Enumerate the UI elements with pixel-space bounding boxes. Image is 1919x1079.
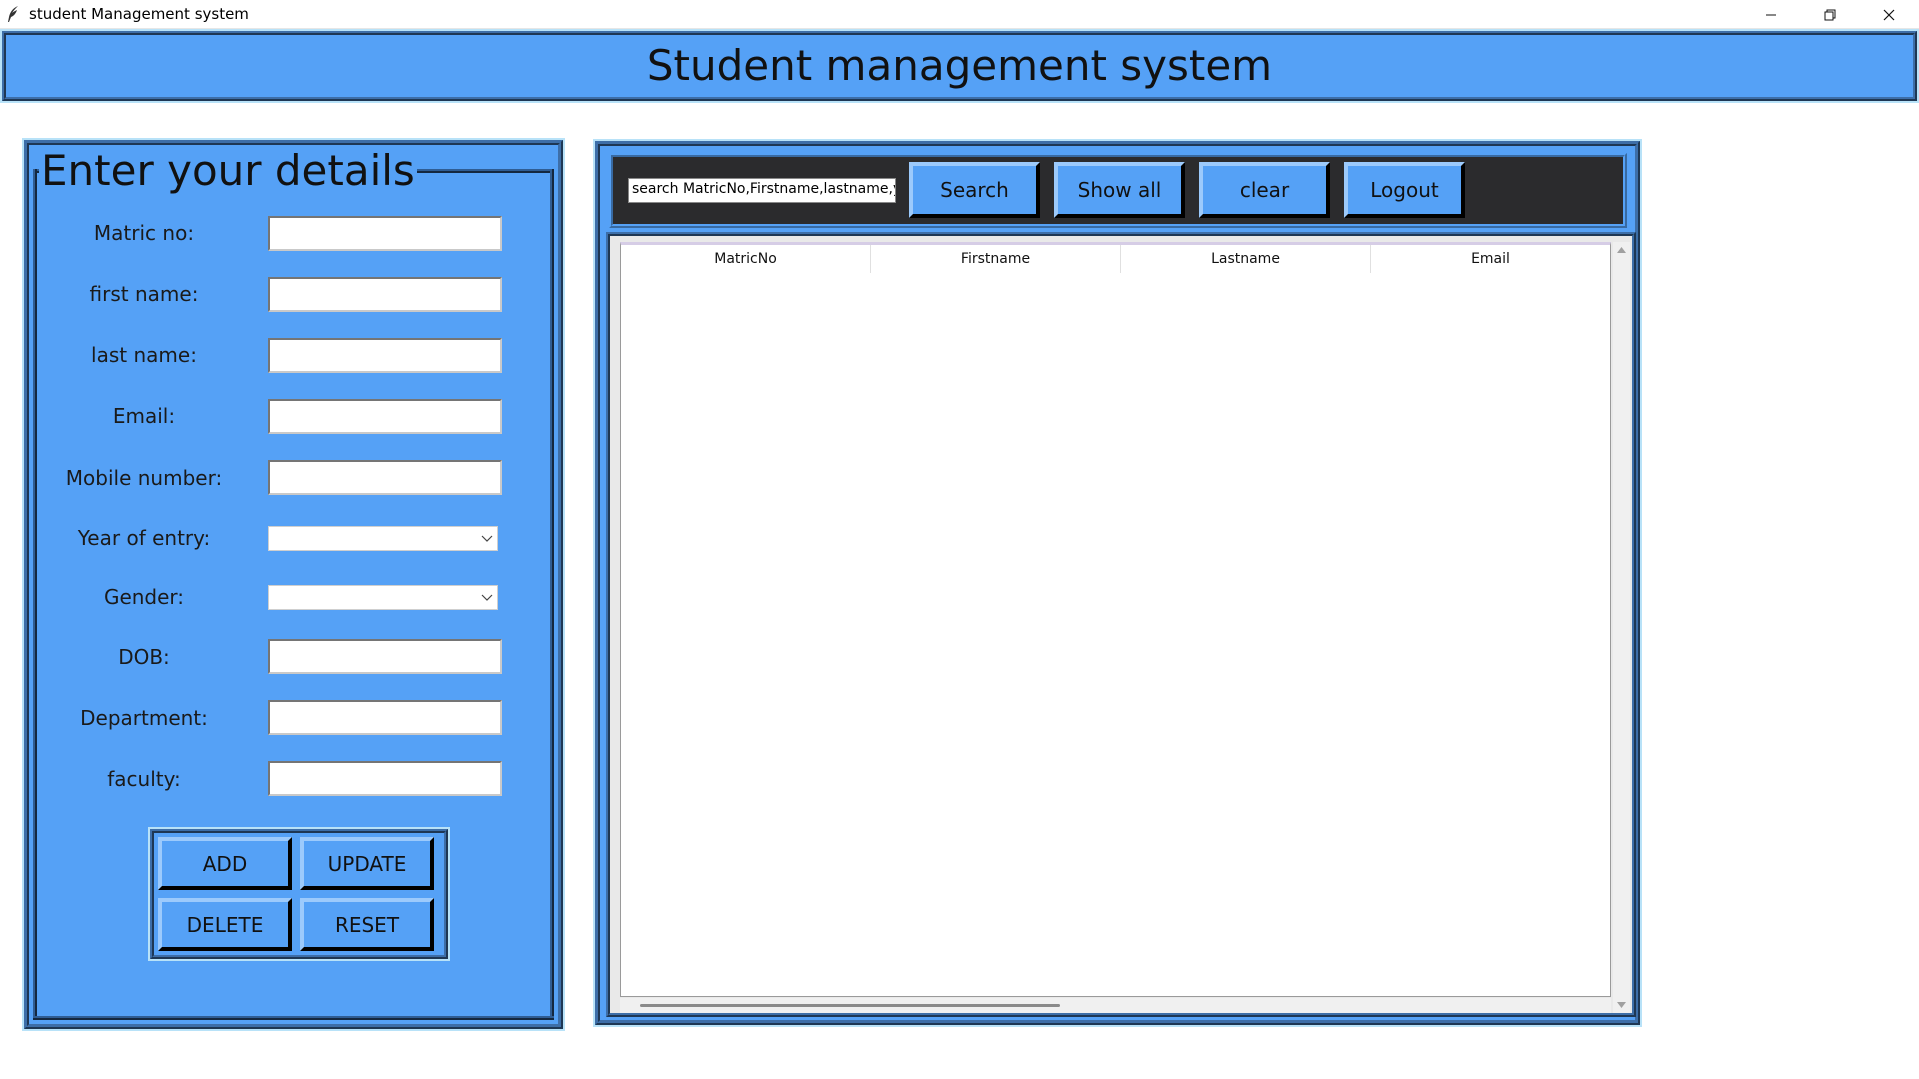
logout-button[interactable]: Logout <box>1344 162 1465 218</box>
app-header: Student management system <box>2 31 1917 101</box>
dob-label: DOB: <box>118 645 170 669</box>
scroll-up-icon[interactable] <box>1616 246 1627 254</box>
year-of-entry-select[interactable] <box>268 526 498 551</box>
email-label: Email: <box>112 404 176 428</box>
matric-no-label: Matric no: <box>93 221 195 245</box>
form-legend: Enter your details <box>39 146 417 195</box>
first-name-input[interactable] <box>268 277 502 312</box>
form-button-group: ADD UPDATE DELETE RESET <box>150 829 448 959</box>
last-name-input[interactable] <box>268 338 502 373</box>
restore-button[interactable] <box>1801 0 1859 29</box>
matric-no-input[interactable] <box>268 216 502 251</box>
chevron-down-icon <box>481 594 493 601</box>
window-title: student Management system <box>29 5 249 23</box>
department-label: Department: <box>80 706 208 730</box>
dob-input[interactable] <box>268 639 502 674</box>
frame-border <box>550 169 554 1020</box>
search-toolbar: search MatricNo,Firstname,lastname,yea S… <box>609 153 1627 228</box>
department-input[interactable] <box>268 700 502 735</box>
scrollbar-thumb[interactable] <box>640 1004 1060 1007</box>
feather-icon <box>8 6 18 22</box>
close-icon <box>1883 9 1895 20</box>
chevron-down-icon <box>481 535 493 542</box>
add-button[interactable]: ADD <box>158 837 292 890</box>
records-table[interactable]: MatricNo Firstname Lastname Email <box>620 242 1611 997</box>
vertical-scrollbar[interactable] <box>1613 242 1630 1013</box>
minimize-icon <box>1766 14 1776 15</box>
column-header-email[interactable]: Email <box>1371 245 1610 273</box>
column-header-matricno[interactable]: MatricNo <box>621 245 871 273</box>
mobile-number-input[interactable] <box>268 460 502 495</box>
last-name-label: last name: <box>91 343 197 367</box>
first-name-label: first name: <box>89 282 199 306</box>
email-input[interactable] <box>268 399 502 434</box>
frame-border <box>33 1016 554 1020</box>
restore-icon <box>1824 9 1836 20</box>
column-header-firstname[interactable]: Firstname <box>871 245 1121 273</box>
clear-button[interactable]: clear <box>1199 162 1330 218</box>
show-all-button[interactable]: Show all <box>1054 162 1185 218</box>
table-header: MatricNo Firstname Lastname Email <box>621 245 1610 273</box>
horizontal-scrollbar[interactable] <box>620 998 1611 1013</box>
window-title-bar: student Management system <box>0 0 1919 29</box>
faculty-label: faculty: <box>107 767 181 791</box>
column-header-lastname[interactable]: Lastname <box>1121 245 1371 273</box>
faculty-input[interactable] <box>268 761 502 796</box>
close-button[interactable] <box>1860 0 1918 29</box>
reset-button[interactable]: RESET <box>300 898 434 951</box>
delete-button[interactable]: DELETE <box>158 898 292 951</box>
year-of-entry-label: Year of entry: <box>77 526 211 550</box>
gender-label: Gender: <box>103 585 185 609</box>
scroll-down-icon[interactable] <box>1616 1001 1627 1009</box>
records-panel: search MatricNo,Firstname,lastname,yea S… <box>595 141 1640 1025</box>
table-frame: MatricNo Firstname Lastname Email <box>606 232 1636 1017</box>
page-title: Student management system <box>646 40 1273 90</box>
search-button[interactable]: Search <box>909 162 1040 218</box>
search-input[interactable]: search MatricNo,Firstname,lastname,yea <box>628 178 896 203</box>
mobile-number-label: Mobile number: <box>65 466 223 490</box>
minimize-button[interactable] <box>1742 0 1800 29</box>
gender-select[interactable] <box>268 585 498 610</box>
details-form-panel: Enter your details Matric no: first name… <box>24 140 563 1029</box>
update-button[interactable]: UPDATE <box>300 837 434 890</box>
